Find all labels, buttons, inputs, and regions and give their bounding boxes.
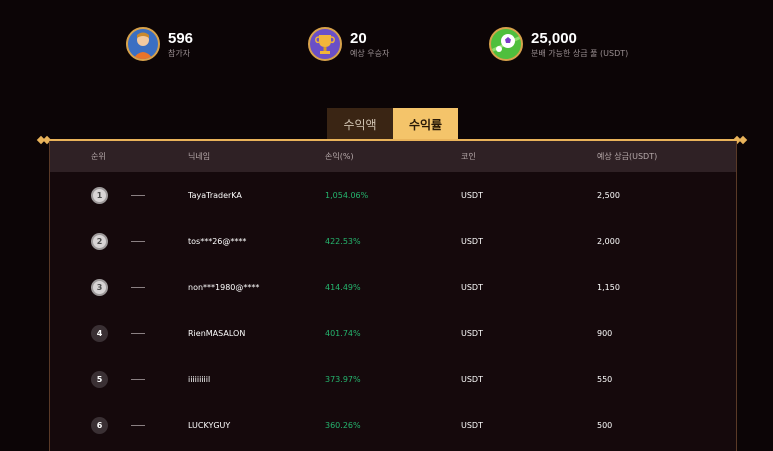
- rank-medal-icon: 3: [91, 279, 108, 296]
- pnl-percent: 422.53%: [325, 237, 361, 246]
- rank-change-icon: [131, 333, 145, 334]
- rank-number: 6: [91, 417, 108, 434]
- nickname: iiiiiiiiil: [188, 375, 211, 384]
- nickname: tos***26@****: [188, 237, 247, 246]
- table-row[interactable]: 6 LUCKYGUY 360.26% USDT 500: [50, 403, 736, 449]
- header-pnl: 손익(%): [325, 152, 354, 161]
- tab-profit-rate[interactable]: 수익률: [393, 108, 458, 140]
- header-prize: 예상 상금(USDT): [597, 152, 658, 161]
- stat-winners-label: 예상 우승자: [350, 48, 390, 58]
- expected-prize: 550: [597, 375, 613, 384]
- ranking-tabs: 수익액 수익률: [327, 108, 458, 140]
- rank-change-icon: [131, 287, 145, 288]
- soccer-ball-icon: [489, 27, 523, 61]
- header-rank: 순위: [91, 152, 106, 161]
- stat-winners-value: 20: [350, 29, 367, 47]
- coin: USDT: [461, 421, 483, 430]
- rank-change-icon: [131, 425, 145, 426]
- expected-prize: 2,000: [597, 237, 620, 246]
- nickname: RienMASALON: [188, 329, 246, 338]
- pnl-percent: 401.74%: [325, 329, 361, 338]
- nickname: LUCKYGUY: [188, 421, 231, 430]
- stat-participants-value: 596: [168, 29, 194, 47]
- stat-participants: 596 참가자: [126, 27, 193, 61]
- stat-participants-label: 참가자: [168, 48, 191, 58]
- table-row[interactable]: 1 TayaTraderKA 1,054.06% USDT 2,500: [50, 173, 736, 219]
- stat-prize-pool-label: 분배 가능한 상금 풀 (USDT): [531, 48, 629, 58]
- coin: USDT: [461, 375, 483, 384]
- tab-profit-amount[interactable]: 수익액: [327, 108, 393, 140]
- header-coin: 코인: [461, 152, 476, 161]
- stat-prize-pool: 25,000 분배 가능한 상금 풀 (USDT): [489, 27, 628, 61]
- expected-prize: 2,500: [597, 191, 620, 200]
- coin: USDT: [461, 191, 483, 200]
- rank-number: 5: [91, 371, 108, 388]
- pnl-percent: 360.26%: [325, 421, 361, 430]
- pnl-percent: 414.49%: [325, 283, 361, 292]
- expected-prize: 500: [597, 421, 613, 430]
- pnl-percent: 1,054.06%: [325, 191, 369, 200]
- rank-change-icon: [131, 195, 145, 196]
- coin: USDT: [461, 237, 483, 246]
- stat-prize-pool-value: 25,000: [531, 29, 577, 47]
- leaderboard-table: 순위 닉네임 손익(%) 코인 예상 상금(USDT) 1 TayaTrader…: [49, 141, 737, 451]
- trophy-icon: [308, 27, 342, 61]
- expected-prize: 1,150: [597, 283, 620, 292]
- expected-prize: 900: [597, 329, 613, 338]
- stat-winners: 20 예상 우승자: [308, 27, 389, 61]
- table-row[interactable]: 3 non***1980@**** 414.49% USDT 1,150: [50, 265, 736, 311]
- table-row[interactable]: 4 RienMASALON 401.74% USDT 900: [50, 311, 736, 357]
- coin: USDT: [461, 283, 483, 292]
- rank-number: 4: [91, 325, 108, 342]
- table-row[interactable]: 2 tos***26@**** 422.53% USDT 2,000: [50, 219, 736, 265]
- nickname: TayaTraderKA: [188, 191, 242, 200]
- nickname: non***1980@****: [188, 283, 260, 292]
- participant-avatar-icon: [126, 27, 160, 61]
- divider-right-diamond-icon: [738, 135, 748, 145]
- rank-medal-icon: 2: [91, 233, 108, 250]
- table-header: 순위 닉네임 손익(%) 코인 예상 상금(USDT): [50, 141, 736, 172]
- table-row[interactable]: 5 iiiiiiiiil 373.97% USDT 550: [50, 357, 736, 403]
- rank-change-icon: [131, 241, 145, 242]
- coin: USDT: [461, 329, 483, 338]
- rank-medal-icon: 1: [91, 187, 108, 204]
- pnl-percent: 373.97%: [325, 375, 361, 384]
- rank-change-icon: [131, 379, 145, 380]
- header-nickname: 닉네임: [188, 152, 211, 161]
